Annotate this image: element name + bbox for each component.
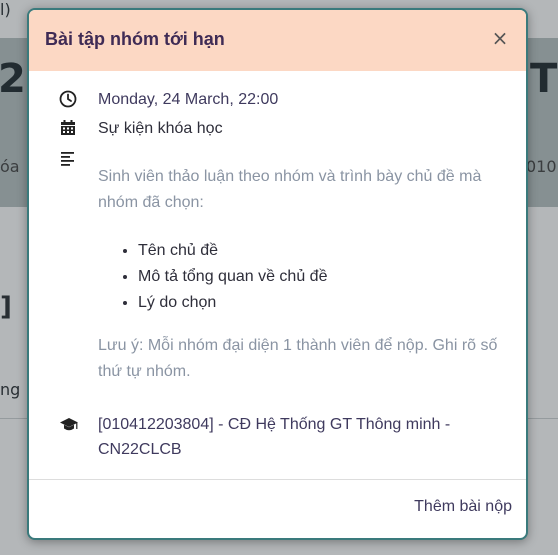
clock-icon (59, 90, 77, 108)
event-modal: Bài tập nhóm tới hạn × Monday, 24 March,… (27, 8, 528, 540)
description-icon (61, 152, 74, 166)
modal-header: Bài tập nhóm tới hạn × (29, 10, 526, 71)
description-bullet-list: Tên chủ đề Mô tả tổng quan về chủ đề Lý … (98, 238, 327, 316)
modal-footer-divider (29, 479, 526, 480)
list-item: Mô tả tổng quan về chủ đề (138, 264, 327, 290)
list-item: Tên chủ đề (138, 238, 327, 264)
graduation-cap-icon (60, 418, 78, 431)
event-description-intro: Sinh viên thảo luận theo nhóm và trình b… (98, 168, 482, 211)
close-button[interactable]: × (488, 26, 512, 50)
course-link[interactable]: [010412203804] - CĐ Hệ Thống GT Thông mi… (98, 412, 508, 462)
list-item: Lý do chọn (138, 290, 327, 316)
calendar-icon (61, 120, 75, 135)
event-note: Lưu ý: Mỗi nhóm đại diện 1 thành viên để… (98, 337, 498, 380)
modal-title: Bài tập nhóm tới hạn (45, 29, 225, 49)
event-date: Monday, 24 March, 22:00 (98, 91, 279, 108)
event-type: Sự kiện khóa học (98, 120, 223, 137)
add-submission-link[interactable]: Thêm bài nộp (414, 498, 512, 516)
